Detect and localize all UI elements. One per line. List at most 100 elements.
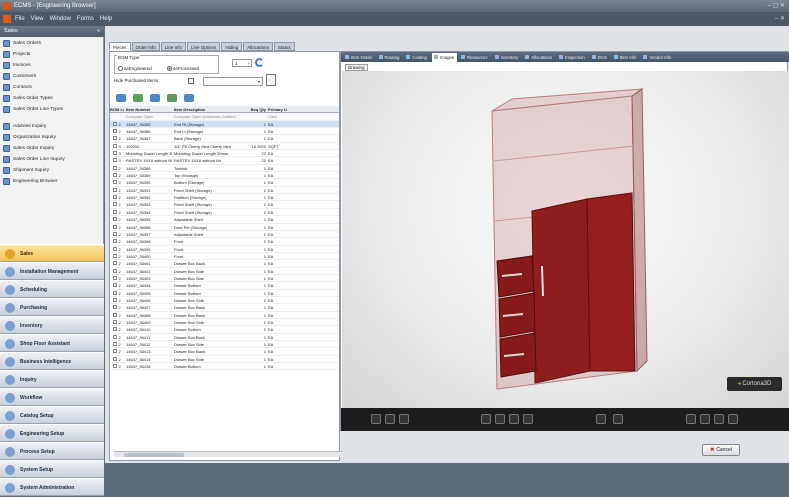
- table-row[interactable]: 3 RASTEX 15/18 without Wr RASTEX 15/18 wit…: [110, 157, 339, 165]
- expand-icon[interactable]: [116, 94, 126, 102]
- tab-line-info[interactable]: Line Info: [160, 42, 187, 51]
- expand-icon[interactable]: [113, 209, 118, 214]
- nav-workflow[interactable]: Workflow: [0, 388, 104, 406]
- table-row[interactable]: 2 14647_36405 Drawer Bottom 1 EA: [110, 290, 339, 297]
- nav-installation-management[interactable]: Installation Management: [0, 262, 104, 280]
- table-row[interactable]: 2 14647_36392 Partition (Storage) 1 EA: [110, 194, 339, 202]
- table-row[interactable]: 2 14647_36408 Drawer Box Back 1 EA: [110, 312, 339, 319]
- move-icon[interactable]: [495, 414, 505, 424]
- table-row[interactable]: 2 14647_36386 End Lt (Storage) 1 EA: [110, 128, 339, 136]
- tab-hiding[interactable]: Hiding: [221, 42, 243, 51]
- sidebar-item-address-inquiry[interactable]: Address Inquiry: [0, 121, 104, 132]
- viewer-tab-routing[interactable]: Routing: [377, 53, 403, 62]
- nav-engineering-setup[interactable]: Engineering Setup: [0, 424, 104, 442]
- sidebar-item-engineering-browser[interactable]: Engineering Browser: [0, 176, 104, 187]
- sidebar-item-sales-order-line-inquiry[interactable]: Sales Order Line Inquiry: [0, 154, 104, 165]
- nav-inventory[interactable]: Inventory: [0, 316, 104, 334]
- sidebar-item-sales-order-inquiry[interactable]: Sales Order Inquiry: [0, 143, 104, 154]
- radio-as-processed[interactable]: asProcessed: [167, 66, 199, 72]
- fit-icon[interactable]: [523, 414, 533, 424]
- sidebar-item-sales-order-line-types[interactable]: Sales Order Line Types: [0, 104, 104, 115]
- table-row[interactable]: 2 14647_36388 Toekick 1 EA: [110, 165, 339, 173]
- nav-business-intelligence[interactable]: Business Intelligence: [0, 352, 104, 370]
- expand-icon[interactable]: [113, 283, 118, 288]
- menu-forms[interactable]: Forms: [77, 12, 94, 26]
- expand-icon[interactable]: [113, 239, 118, 244]
- nav-catalog-setup[interactable]: Catalog Setup: [0, 406, 104, 424]
- sidebar-item-invoices[interactable]: Invoices: [0, 60, 104, 71]
- nav-scheduling[interactable]: Scheduling: [0, 280, 104, 298]
- menu-view[interactable]: View: [31, 12, 44, 26]
- nav-sales[interactable]: Sales: [0, 244, 104, 262]
- table-row[interactable]: 3 Mounting Dowel Length 30mmMounting Dowe…: [110, 150, 339, 158]
- expand-icon[interactable]: [113, 334, 118, 339]
- table-row[interactable]: 2 14647_36394 Fixed Shelf (Storage) 1 EA: [110, 209, 339, 217]
- center-icon[interactable]: [596, 414, 606, 424]
- viewer-tab-item-info[interactable]: Item Info: [612, 53, 640, 62]
- table-row[interactable]: 2 14647_36403 Drawer Box Side 1 EA: [110, 275, 339, 283]
- nav-purchasing[interactable]: Purchasing: [0, 298, 104, 316]
- viewer-tab-inspection[interactable]: Inspection: [557, 53, 588, 62]
- expand-icon[interactable]: [113, 253, 118, 258]
- table-row[interactable]: 2 14647_36390 Bottom (Storage) 1 EA: [110, 179, 339, 187]
- viewer-tab-vendor-info[interactable]: Vendor Info: [641, 53, 674, 62]
- view-icon[interactable]: [399, 414, 409, 424]
- rotate-icon[interactable]: [385, 414, 395, 424]
- reset-icon[interactable]: [613, 414, 623, 424]
- pan-icon[interactable]: [481, 414, 491, 424]
- expand-icon[interactable]: [113, 217, 118, 222]
- expand-icon[interactable]: [113, 136, 118, 141]
- stop-icon[interactable]: [728, 414, 738, 424]
- hide-purchased-checkbox[interactable]: [188, 78, 194, 84]
- table-row[interactable]: 2 14647_36396 Door RH (Storage) 1 EA: [110, 224, 339, 231]
- viewer-tab-allocations[interactable]: Allocations: [523, 53, 555, 62]
- prev-icon[interactable]: [686, 414, 696, 424]
- table-row[interactable]: 2 14647_36412 Drawer Box Side 1 EA: [110, 341, 339, 349]
- expand-icon[interactable]: [113, 356, 118, 361]
- tab-allocations[interactable]: Allocations: [243, 42, 273, 51]
- table-row[interactable]: 2 14647_36404 Drawer Bottom 1 EA: [110, 282, 339, 290]
- table-row[interactable]: 2 14647_36389 Top (Storage) 1 EA: [110, 172, 339, 180]
- sidebar-item-sales-order-types[interactable]: Sales Order Types: [0, 93, 104, 104]
- viewer-tab-dcs[interactable]: DCS: [590, 53, 610, 62]
- expand-icon[interactable]: [113, 268, 118, 273]
- expand-icon[interactable]: [113, 195, 118, 200]
- table-row[interactable]: 2 14647_36407 Drawer Box Back 1 EA: [110, 304, 339, 312]
- collapse-icon[interactable]: «: [97, 26, 100, 37]
- tab-pieces[interactable]: Pieces: [109, 42, 131, 51]
- expand-icon[interactable]: [113, 180, 118, 185]
- table-row[interactable]: 2 14647_36387 Back (Storage) 1 EA: [110, 135, 339, 143]
- horizontal-scrollbar[interactable]: [114, 451, 343, 457]
- table-row[interactable]: 2 14647_36399 Front 1 EA: [110, 246, 339, 253]
- zoom-icon[interactable]: [509, 414, 519, 424]
- expand-icon[interactable]: [113, 261, 118, 266]
- expand-icon[interactable]: [113, 158, 118, 163]
- radio-as-engineered[interactable]: asEngineered: [118, 66, 152, 72]
- expand-icon[interactable]: [113, 224, 118, 229]
- sidebar-item-customers[interactable]: Customers: [0, 71, 104, 82]
- table-row[interactable]: 2 14647_36395 Adjustable Shelf 1 EA: [110, 216, 339, 224]
- scroll-thumb[interactable]: [124, 453, 184, 457]
- play-icon[interactable]: [700, 414, 710, 424]
- refresh-icon[interactable]: [255, 58, 264, 67]
- menu-file[interactable]: File: [15, 12, 25, 26]
- filter-icon[interactable]: [167, 94, 177, 102]
- tab-line-options[interactable]: Line Options: [187, 42, 221, 51]
- nav-process-setup[interactable]: Process Setup: [0, 442, 104, 460]
- expand-icon[interactable]: [113, 151, 118, 156]
- filter-dropdown[interactable]: ▾: [203, 77, 263, 86]
- table-row[interactable]: 2 14647_36406 Drawer Box Side 1 EA: [110, 297, 339, 305]
- expand-icon[interactable]: [113, 121, 118, 126]
- viewer-tab-costing[interactable]: Costing: [404, 53, 430, 62]
- expand-icon[interactable]: [113, 246, 118, 251]
- expand-icon[interactable]: [113, 173, 118, 178]
- menu-help[interactable]: Help: [100, 12, 112, 26]
- table-row[interactable]: 2 14647_36409 Drawer Box Side 1 EA: [110, 319, 339, 327]
- sidebar-item-shipment-inquiry[interactable]: Shipment Inquiry: [0, 165, 104, 176]
- sidebar-item-sales-orders[interactable]: Sales Orders: [0, 38, 104, 49]
- expand-icon[interactable]: [113, 231, 118, 236]
- sidebar-item-organization-inquiry[interactable]: Organization Inquiry: [0, 132, 104, 143]
- table-row[interactable]: 2 14647_36411 Drawer Box Back 1 EA: [110, 334, 339, 341]
- expand-icon[interactable]: [113, 129, 118, 134]
- table-row[interactable]: 2 14647_36391 Fixed Shelf (Storage) 1 EA: [110, 187, 339, 195]
